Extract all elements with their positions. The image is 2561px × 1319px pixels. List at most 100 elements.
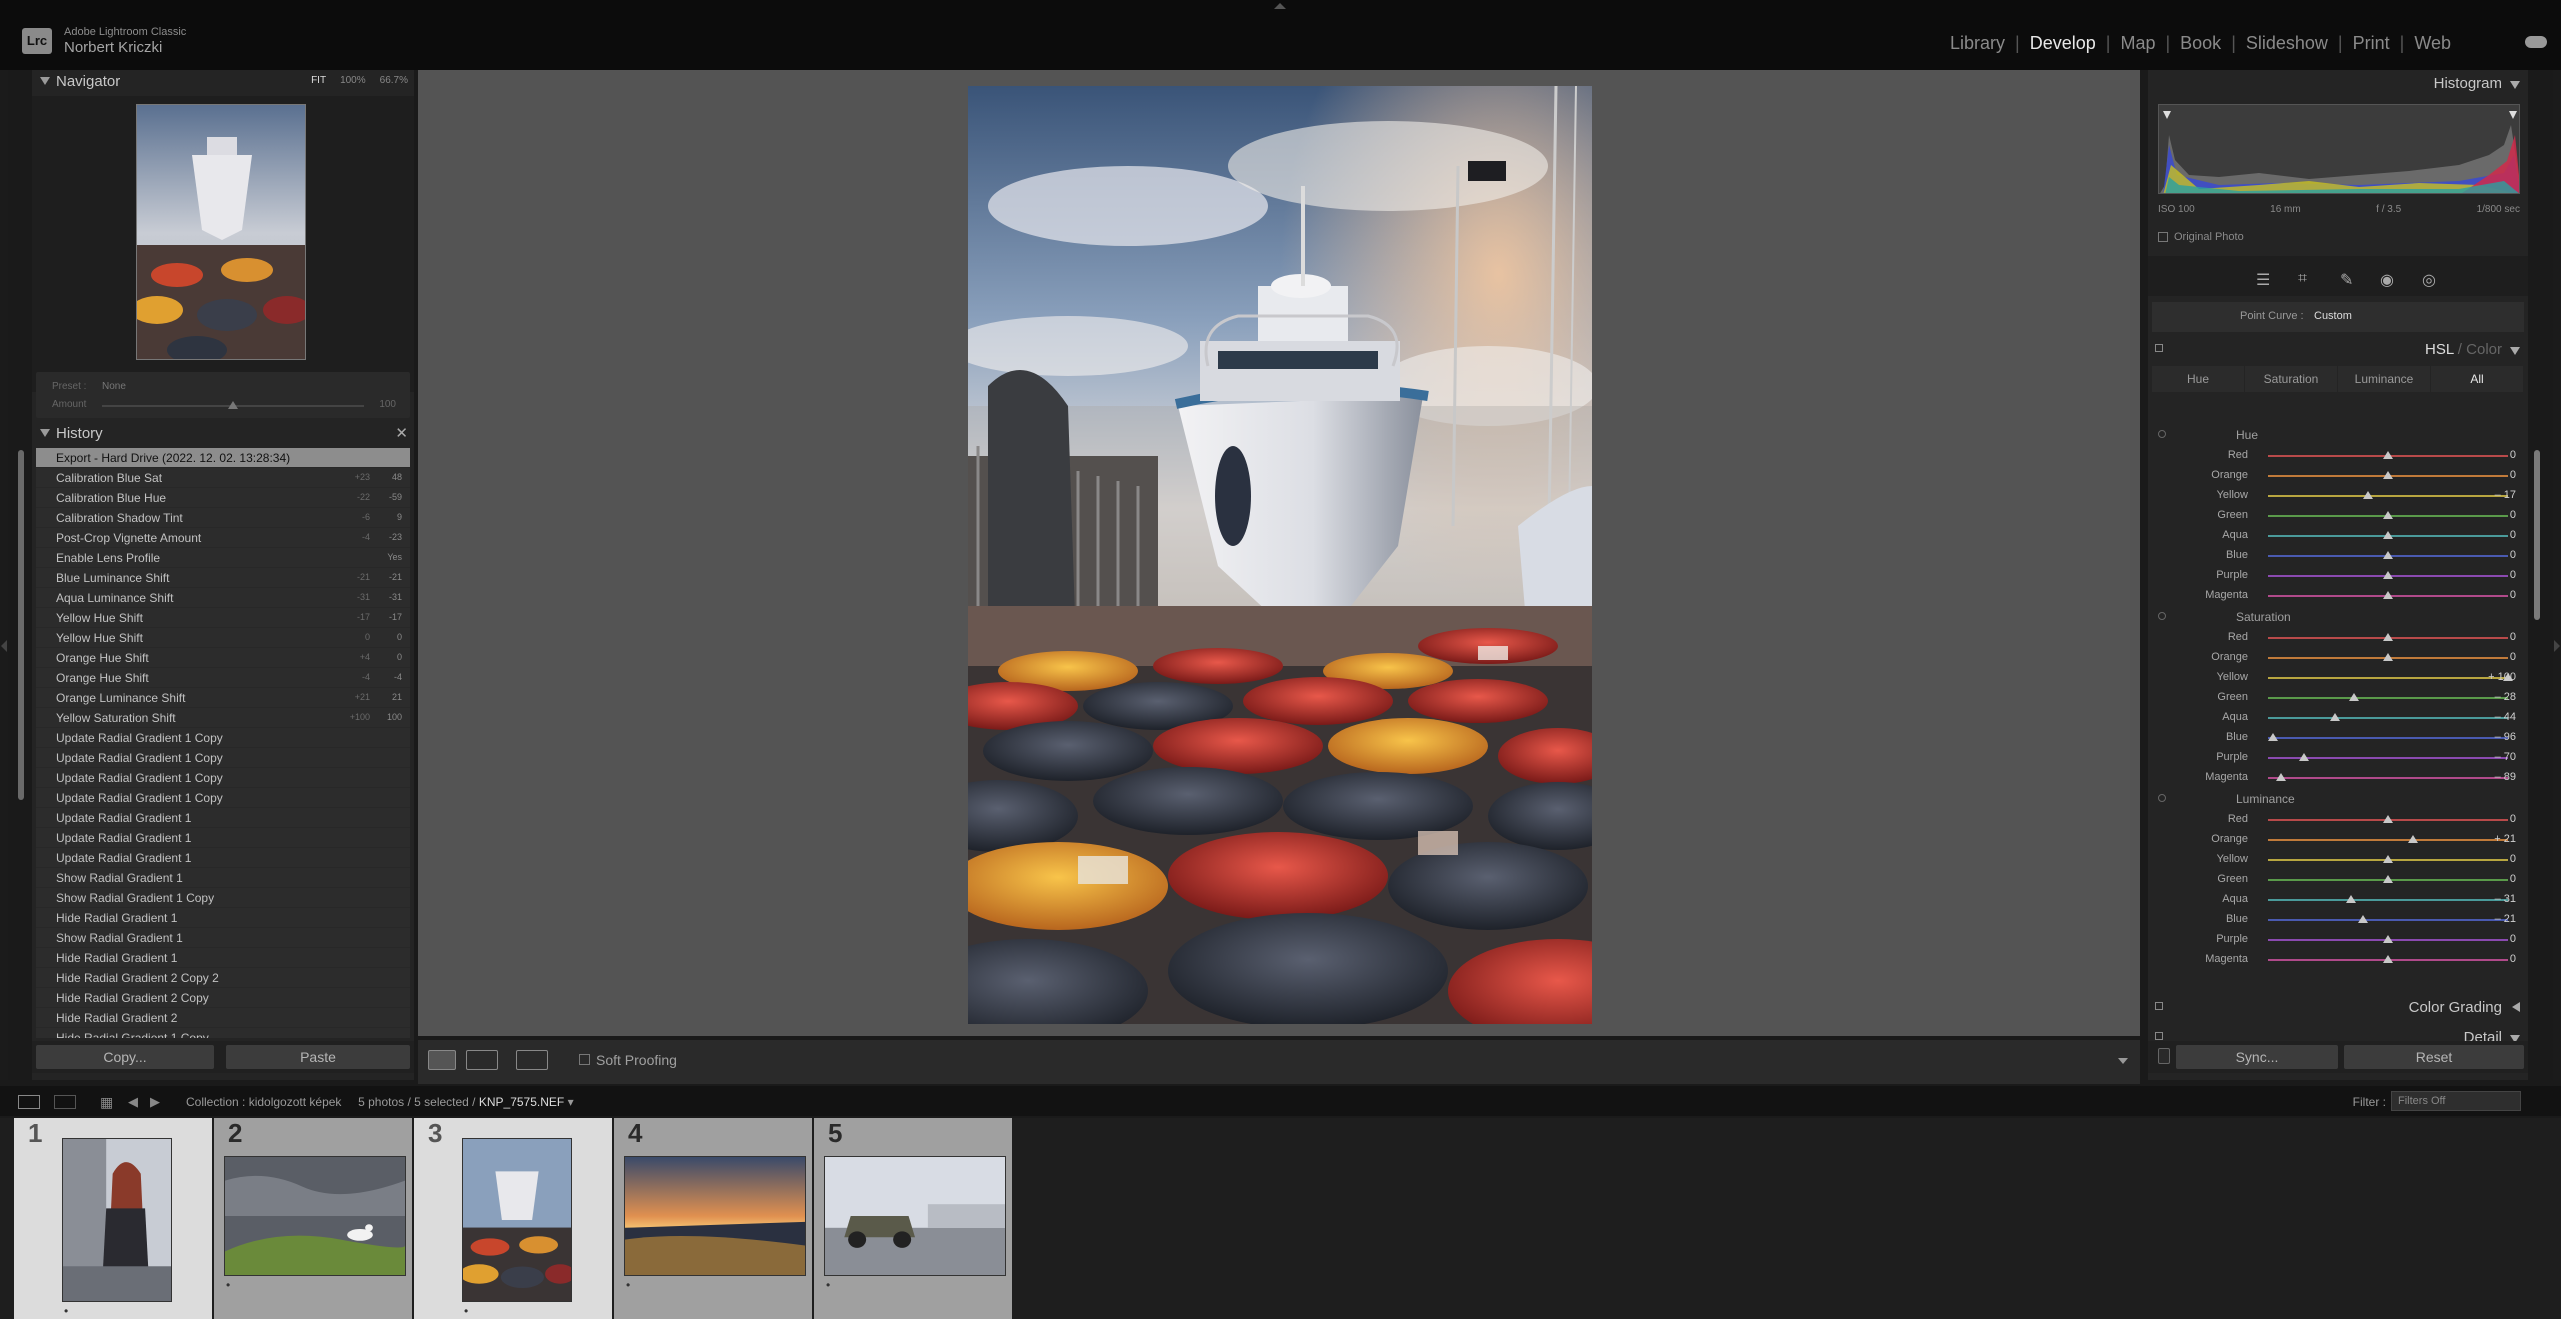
red-eye-icon[interactable]: ◉ <box>2380 270 2394 290</box>
history-step[interactable]: Enable Lens Profile Yes <box>36 548 410 568</box>
masking-icon[interactable]: ◎ <box>2422 270 2436 290</box>
filmstrip-source[interactable]: Collection : kidolgozott képek 5 photos … <box>186 1095 574 1109</box>
filmstrip-cell[interactable]: 1 • <box>14 1118 212 1319</box>
navigator-preview[interactable] <box>32 96 414 392</box>
hsl-slider-purple[interactable]: Purple 0 <box>2148 566 2528 586</box>
collapse-right-icon[interactable] <box>2554 640 2560 652</box>
panel-switch-icon[interactable] <box>2155 344 2163 352</box>
history-step[interactable]: Aqua Luminance Shift -31 -31 <box>36 588 410 608</box>
collapse-top-arrow-icon[interactable] <box>1274 3 1286 9</box>
slider-value[interactable]: 0 <box>2510 549 2516 561</box>
hsl-slider-orange[interactable]: Orange 0 <box>2148 466 2528 486</box>
slider-track[interactable] <box>2268 697 2508 699</box>
hsl-slider-magenta[interactable]: Magenta – 89 <box>2148 768 2528 788</box>
loupe-view-icon[interactable] <box>428 1050 456 1070</box>
cloud-icon[interactable] <box>2525 36 2547 48</box>
slider-value[interactable]: – 44 <box>2495 711 2516 723</box>
slider-knob[interactable] <box>2383 571 2393 579</box>
history-step[interactable]: Orange Hue Shift -4 -4 <box>36 668 410 688</box>
history-step[interactable]: Hide Radial Gradient 1 Copy <box>36 1028 410 1038</box>
history-step[interactable]: Hide Radial Gradient 2 Copy <box>36 988 410 1008</box>
history-step[interactable]: Show Radial Gradient 1 <box>36 868 410 888</box>
targeted-adjustment-icon[interactable] <box>2158 794 2166 802</box>
hsl-slider-purple[interactable]: Purple – 70 <box>2148 748 2528 768</box>
slider-knob[interactable] <box>2383 955 2393 963</box>
hsl-slider-blue[interactable]: Blue – 96 <box>2148 728 2528 748</box>
slider-knob[interactable] <box>2267 733 2278 741</box>
slider-value[interactable]: 0 <box>2510 651 2516 663</box>
history-step[interactable]: Update Radial Gradient 1 Copy <box>36 768 410 788</box>
slider-track[interactable] <box>2268 899 2508 901</box>
history-step[interactable]: Calibration Blue Hue -22 -59 <box>36 488 410 508</box>
filmstrip-cell[interactable]: 3 • <box>414 1118 612 1319</box>
filmstrip-cell[interactable]: 4 • <box>614 1118 812 1319</box>
slider-value[interactable]: 0 <box>2510 569 2516 581</box>
slider-value[interactable]: + 100 <box>2488 671 2516 683</box>
slider-value[interactable]: 0 <box>2510 631 2516 643</box>
slider-track[interactable] <box>2268 839 2508 841</box>
history-step[interactable]: Orange Hue Shift +4 0 <box>36 648 410 668</box>
slider-value[interactable]: – 31 <box>2495 893 2516 905</box>
slider-value[interactable]: 0 <box>2510 509 2516 521</box>
sync-switch-icon[interactable] <box>2158 1048 2170 1064</box>
crop-icon[interactable]: ⌗ <box>2298 270 2307 288</box>
zoom-66[interactable]: 66.7% <box>380 75 408 86</box>
history-step[interactable]: Update Radial Gradient 1 Copy <box>36 748 410 768</box>
left-panel-scrollbar[interactable] <box>18 450 24 800</box>
slider-knob[interactable] <box>2383 875 2393 883</box>
history-step[interactable]: Hide Radial Gradient 1 <box>36 948 410 968</box>
slider-value[interactable]: 0 <box>2510 529 2516 541</box>
edit-sliders-icon[interactable]: ☰ <box>2256 270 2270 290</box>
navigator-header[interactable]: Navigator FIT 100% 66.7% <box>32 70 414 94</box>
module-develop[interactable]: Develop <box>2020 33 2106 54</box>
second-window-icon[interactable] <box>54 1095 76 1109</box>
module-web[interactable]: Web <box>2404 33 2461 54</box>
toolbar-menu-icon[interactable] <box>2118 1058 2128 1064</box>
histogram-chart[interactable] <box>2158 104 2520 194</box>
slider-track[interactable] <box>2268 737 2508 739</box>
history-step[interactable]: Blue Luminance Shift -21 -21 <box>36 568 410 588</box>
hsl-slider-aqua[interactable]: Aqua – 31 <box>2148 890 2528 910</box>
history-header[interactable]: History ✕ <box>32 422 414 446</box>
filmstrip-cell[interactable]: 5 • <box>814 1118 1012 1319</box>
module-print[interactable]: Print <box>2343 33 2400 54</box>
history-step[interactable]: Yellow Saturation Shift +100 100 <box>36 708 410 728</box>
slider-value[interactable]: – 70 <box>2495 751 2516 763</box>
hsl-slider-yellow[interactable]: Yellow + 100 <box>2148 668 2528 688</box>
history-step[interactable]: Update Radial Gradient 1 <box>36 808 410 828</box>
slider-value[interactable]: – 28 <box>2495 691 2516 703</box>
clear-history-icon[interactable]: ✕ <box>395 424 408 442</box>
left-panel-edge[interactable] <box>0 70 8 1080</box>
panel-switch-icon[interactable] <box>2155 1002 2163 1010</box>
hsl-slider-purple[interactable]: Purple 0 <box>2148 930 2528 950</box>
hsl-slider-magenta[interactable]: Magenta 0 <box>2148 586 2528 606</box>
right-panel-scrollbar[interactable] <box>2534 450 2540 620</box>
slider-knob[interactable] <box>2383 551 2393 559</box>
forward-arrow-icon[interactable]: ▶ <box>150 1094 160 1110</box>
slider-knob[interactable] <box>2383 511 2393 519</box>
history-step[interactable]: Yellow Hue Shift 0 0 <box>36 628 410 648</box>
history-step[interactable]: Calibration Shadow Tint -6 9 <box>36 508 410 528</box>
slider-knob[interactable] <box>2330 713 2341 721</box>
hsl-slider-green[interactable]: Green 0 <box>2148 870 2528 890</box>
history-step[interactable]: Hide Radial Gradient 2 Copy 2 <box>36 968 410 988</box>
reset-button[interactable]: Reset <box>2344 1045 2524 1069</box>
hsl-slider-red[interactable]: Red 0 <box>2148 810 2528 830</box>
slider-value[interactable]: 0 <box>2510 853 2516 865</box>
histogram-header[interactable]: Histogram <box>2148 70 2528 96</box>
hsl-slider-green[interactable]: Green 0 <box>2148 506 2528 526</box>
collapse-left-icon[interactable] <box>1 640 7 652</box>
amount-slider-knob[interactable] <box>228 401 238 409</box>
slider-knob[interactable] <box>2383 633 2393 641</box>
filter-select[interactable]: Filters Off <box>2391 1091 2521 1111</box>
zoom-fit[interactable]: FIT <box>311 75 326 86</box>
slider-value[interactable]: + 21 <box>2494 833 2516 845</box>
hsl-slider-aqua[interactable]: Aqua – 44 <box>2148 708 2528 728</box>
slider-value[interactable]: 0 <box>2510 873 2516 885</box>
history-step[interactable]: Yellow Hue Shift -17 -17 <box>36 608 410 628</box>
preset-value[interactable]: None <box>102 381 126 392</box>
slider-knob[interactable] <box>2383 531 2393 539</box>
slider-value[interactable]: 0 <box>2510 933 2516 945</box>
slider-value[interactable]: 0 <box>2510 449 2516 461</box>
sync-button[interactable]: Sync... <box>2176 1045 2338 1069</box>
